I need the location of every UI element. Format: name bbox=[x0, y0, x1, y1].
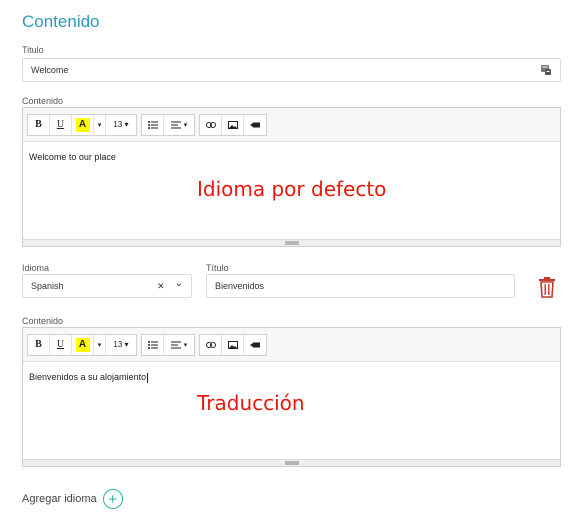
chevron-down-icon[interactable]: ⌄ bbox=[175, 278, 183, 289]
video-button[interactable] bbox=[244, 335, 266, 355]
title-input[interactable]: Welcome bbox=[22, 58, 561, 82]
align-icon bbox=[170, 121, 181, 128]
translation-title-label: Título bbox=[206, 263, 229, 273]
language-select-value: Spanish bbox=[31, 281, 64, 291]
link-button[interactable] bbox=[200, 114, 222, 135]
translate-icon[interactable] bbox=[540, 64, 552, 76]
editor-toolbar: B U A ▾ 13 ▾ ▾ bbox=[23, 328, 560, 362]
image-button[interactable] bbox=[222, 114, 244, 135]
plus-circle-icon[interactable]: + bbox=[102, 489, 123, 509]
highlight-icon: A bbox=[75, 337, 90, 352]
format-group: B U A ▾ 13 ▾ bbox=[27, 333, 137, 356]
title-label: Titulo bbox=[22, 45, 44, 55]
resize-handle[interactable] bbox=[23, 239, 560, 246]
underline-button[interactable]: U bbox=[50, 114, 72, 135]
editor-content-text: Welcome to our place bbox=[29, 152, 116, 162]
highlight-dropdown[interactable]: ▾ bbox=[94, 114, 106, 135]
bold-button[interactable]: B bbox=[28, 114, 50, 135]
title-input-value: Welcome bbox=[31, 65, 69, 75]
video-button[interactable] bbox=[244, 115, 266, 135]
insert-group bbox=[199, 333, 267, 356]
delete-translation-button[interactable] bbox=[538, 276, 556, 298]
language-label: Idioma bbox=[22, 263, 50, 273]
unordered-list-icon bbox=[147, 340, 158, 349]
resize-grip bbox=[284, 241, 299, 245]
resize-grip bbox=[284, 461, 299, 465]
section-title: Contenido bbox=[22, 12, 100, 31]
image-icon bbox=[227, 120, 238, 129]
editor-content-text: Bienvenidos a su alojamiento bbox=[29, 372, 147, 382]
language-select[interactable]: Spanish ✕ ⌄ bbox=[22, 274, 192, 298]
align-icon bbox=[170, 341, 181, 348]
trash-icon bbox=[539, 277, 555, 298]
format-group: B U A ▾ 13 ▾ bbox=[27, 113, 137, 136]
paragraph-group: ▾ bbox=[141, 333, 195, 356]
highlight-button[interactable]: A bbox=[72, 334, 94, 355]
underline-button[interactable]: U bbox=[50, 334, 72, 355]
highlight-icon: A bbox=[75, 117, 90, 132]
editor-toolbar: B U A ▾ 13 ▾ ▾ bbox=[23, 108, 560, 142]
unordered-list-icon bbox=[147, 120, 158, 129]
default-language-note: Idioma por defecto bbox=[197, 177, 387, 201]
image-button[interactable] bbox=[222, 334, 244, 355]
video-icon bbox=[250, 122, 260, 127]
add-language-button[interactable]: Agregar idioma + bbox=[22, 489, 123, 509]
clear-icon[interactable]: ✕ bbox=[157, 281, 165, 292]
add-language-label: Agregar idioma bbox=[22, 493, 97, 505]
align-button[interactable]: ▾ bbox=[164, 335, 194, 355]
resize-handle[interactable] bbox=[23, 459, 560, 466]
insert-group bbox=[199, 113, 267, 136]
align-button[interactable]: ▾ bbox=[164, 115, 194, 135]
link-icon bbox=[205, 341, 216, 348]
highlight-button[interactable]: A bbox=[72, 114, 94, 135]
text-cursor bbox=[147, 372, 149, 383]
highlight-dropdown[interactable]: ▾ bbox=[94, 334, 106, 355]
link-button[interactable] bbox=[200, 334, 222, 355]
unordered-list-button[interactable] bbox=[142, 334, 164, 355]
translation-title-value: Bienvenidos bbox=[215, 281, 265, 291]
translation-title-input[interactable]: Bienvenidos bbox=[206, 274, 515, 298]
paragraph-group: ▾ bbox=[141, 113, 195, 136]
translation-content-label: Contenido bbox=[22, 316, 64, 326]
translation-note: Traducción bbox=[197, 391, 305, 415]
image-icon bbox=[227, 340, 238, 349]
font-size-dropdown[interactable]: 13 ▾ bbox=[106, 115, 136, 135]
content-label: Contenido bbox=[22, 96, 64, 106]
bold-button[interactable]: B bbox=[28, 334, 50, 355]
video-icon bbox=[250, 342, 260, 347]
font-size-dropdown[interactable]: 13 ▾ bbox=[106, 335, 136, 355]
link-icon bbox=[205, 121, 216, 128]
unordered-list-button[interactable] bbox=[142, 114, 164, 135]
